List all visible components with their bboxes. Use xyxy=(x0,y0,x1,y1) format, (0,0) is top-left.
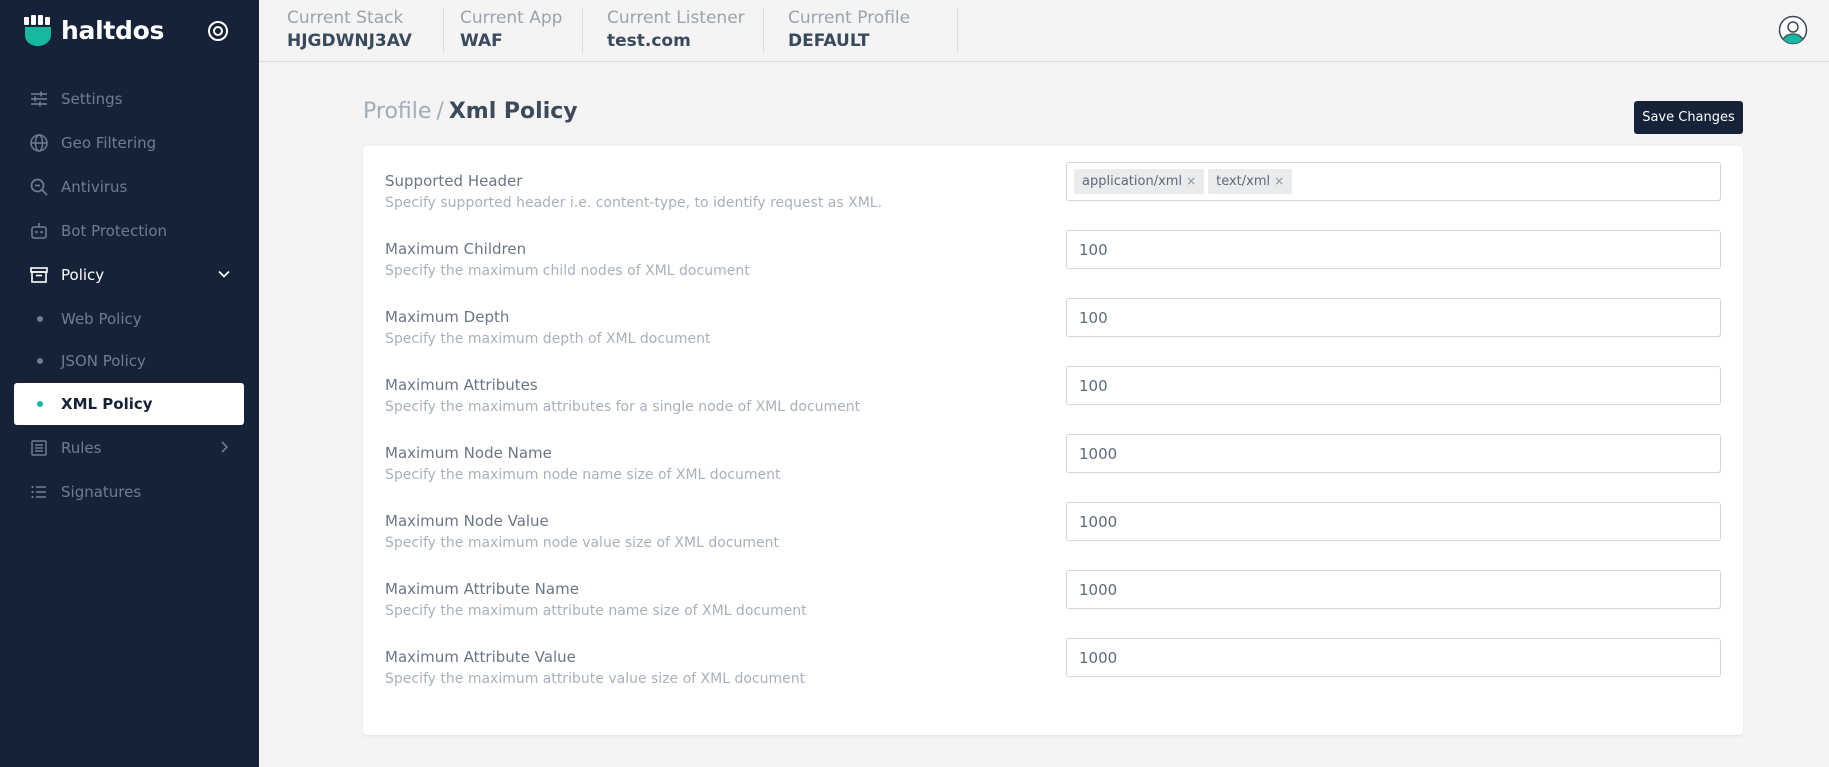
sidebar-item-label: Signatures xyxy=(61,483,142,501)
sidebar-item-label: Bot Protection xyxy=(61,222,168,240)
remove-tag-icon[interactable]: × xyxy=(1186,174,1196,188)
setting-title: Maximum Node Value xyxy=(385,512,549,530)
sidebar-item-settings[interactable]: Settings xyxy=(0,78,259,120)
setting-description: Specify the maximum depth of XML documen… xyxy=(385,331,711,347)
context-label: Current Profile xyxy=(788,8,911,28)
tag-label: text/xml xyxy=(1216,174,1271,189)
context-value: DEFAULT xyxy=(788,31,870,51)
maximum-node-value-input[interactable] xyxy=(1066,502,1721,541)
context-current-stack[interactable]: Current Stack HJGDWNJ3AV xyxy=(287,7,444,53)
sidebar-item-label: Antivirus xyxy=(61,178,128,196)
setting-maximum-attribute-name: Maximum Attribute Name Specify the maxim… xyxy=(385,570,1721,639)
bullet-icon xyxy=(37,401,43,407)
sliders-icon xyxy=(31,91,47,107)
archive-icon xyxy=(30,267,48,283)
setting-title: Maximum Depth xyxy=(385,308,510,326)
sidebar-item-label: Policy xyxy=(61,266,105,284)
sidebar-subitem-web-policy[interactable]: Web Policy xyxy=(0,298,259,340)
sidebar-subitem-xml-policy[interactable]: XML Policy xyxy=(14,383,244,425)
sidebar-item-antivirus[interactable]: Antivirus xyxy=(0,166,259,208)
context-label: Current Stack xyxy=(287,8,404,28)
globe-icon xyxy=(30,134,48,152)
brand-name: haltdos xyxy=(61,16,165,45)
setting-description: Specify the maximum attribute name size … xyxy=(385,603,807,619)
bullet-icon xyxy=(37,316,43,322)
bullet-icon xyxy=(37,358,43,364)
maximum-node-name-input[interactable] xyxy=(1066,434,1721,473)
logo-row: haltdos xyxy=(24,15,236,47)
tag-label: application/xml xyxy=(1082,174,1183,189)
context-label: Current App xyxy=(460,8,563,28)
setting-description: Specify supported header i.e. content-ty… xyxy=(385,195,883,211)
setting-description: Specify the maximum child nodes of XML d… xyxy=(385,263,750,279)
sidebar-subitem-label: JSON Policy xyxy=(61,352,146,370)
list-box-icon xyxy=(31,440,47,456)
top-bar: Current Stack HJGDWNJ3AV Current App WAF… xyxy=(259,0,1829,62)
sidebar-item-policy[interactable]: Policy xyxy=(0,254,259,296)
setting-title: Maximum Children xyxy=(385,240,527,258)
context-label: Current Listener xyxy=(607,8,745,28)
setting-description: Specify the maximum attributes for a sin… xyxy=(385,399,861,415)
search-icon xyxy=(30,178,48,196)
sidebar-subitem-json-policy[interactable]: JSON Policy xyxy=(0,340,259,382)
setting-description: Specify the maximum attribute value size… xyxy=(385,671,806,687)
setting-maximum-depth: Maximum Depth Specify the maximum depth … xyxy=(385,298,1721,367)
setting-description: Specify the maximum node name size of XM… xyxy=(385,467,781,483)
save-changes-button[interactable]: Save Changes xyxy=(1634,101,1743,134)
haltdos-logo-icon xyxy=(24,15,51,46)
setting-title: Maximum Attribute Value xyxy=(385,648,576,666)
supported-header-tag-input[interactable]: application/xml × text/xml × xyxy=(1066,162,1721,201)
chevron-down-icon xyxy=(218,270,230,278)
setting-title: Maximum Node Name xyxy=(385,444,552,462)
xml-policy-card: Supported Header Specify supported heade… xyxy=(363,146,1743,735)
sidebar-item-label: Rules xyxy=(61,439,102,457)
context-current-listener[interactable]: Current Listener test.com xyxy=(607,7,764,53)
setting-maximum-attribute-value: Maximum Attribute Value Specify the maxi… xyxy=(385,638,1721,707)
maximum-children-input[interactable] xyxy=(1066,230,1721,269)
sidebar-subitem-label: Web Policy xyxy=(61,310,142,328)
setting-maximum-children: Maximum Children Specify the maximum chi… xyxy=(385,230,1721,299)
sidebar-item-signatures[interactable]: Signatures xyxy=(0,471,259,513)
maximum-depth-input[interactable] xyxy=(1066,298,1721,337)
chevron-right-icon xyxy=(221,441,229,453)
sidebar-subitem-label: XML Policy xyxy=(61,395,153,413)
breadcrumb: Profile / Xml Policy xyxy=(363,98,578,126)
setting-description: Specify the maximum node value size of X… xyxy=(385,535,779,551)
sidebar-item-label: Settings xyxy=(61,90,123,108)
sidebar-toggle-icon[interactable] xyxy=(207,20,229,42)
setting-supported-header: Supported Header Specify supported heade… xyxy=(385,162,1721,231)
maximum-attribute-value-input[interactable] xyxy=(1066,638,1721,677)
sidebar: haltdos Settings Geo Filtering Antivirus… xyxy=(0,0,259,767)
remove-tag-icon[interactable]: × xyxy=(1274,174,1284,188)
page-title: Xml Policy xyxy=(448,99,578,124)
breadcrumb-parent[interactable]: Profile xyxy=(363,99,431,124)
setting-title: Maximum Attributes xyxy=(385,376,538,394)
user-circle-icon[interactable] xyxy=(1778,15,1808,45)
list-icon xyxy=(31,485,46,499)
header-tag: text/xml × xyxy=(1208,169,1293,194)
context-value: test.com xyxy=(607,31,691,51)
robot-icon xyxy=(31,223,47,239)
sidebar-item-bot-protection[interactable]: Bot Protection xyxy=(0,210,259,252)
sidebar-item-label: Geo Filtering xyxy=(61,134,157,152)
context-current-app[interactable]: Current App WAF xyxy=(460,7,583,53)
context-value: HJGDWNJ3AV xyxy=(287,31,412,51)
setting-maximum-node-value: Maximum Node Value Specify the maximum n… xyxy=(385,502,1721,571)
header-tag: application/xml × xyxy=(1074,169,1205,194)
maximum-attribute-name-input[interactable] xyxy=(1066,570,1721,609)
context-value: WAF xyxy=(460,31,503,51)
maximum-attributes-input[interactable] xyxy=(1066,366,1721,405)
setting-title: Supported Header xyxy=(385,172,523,190)
setting-title: Maximum Attribute Name xyxy=(385,580,579,598)
context-current-profile[interactable]: Current Profile DEFAULT xyxy=(788,7,958,53)
sidebar-item-geo-filtering[interactable]: Geo Filtering xyxy=(0,122,259,164)
breadcrumb-separator: / xyxy=(436,99,444,124)
setting-maximum-attributes: Maximum Attributes Specify the maximum a… xyxy=(385,366,1721,435)
sidebar-item-rules[interactable]: Rules xyxy=(0,427,259,469)
setting-maximum-node-name: Maximum Node Name Specify the maximum no… xyxy=(385,434,1721,503)
